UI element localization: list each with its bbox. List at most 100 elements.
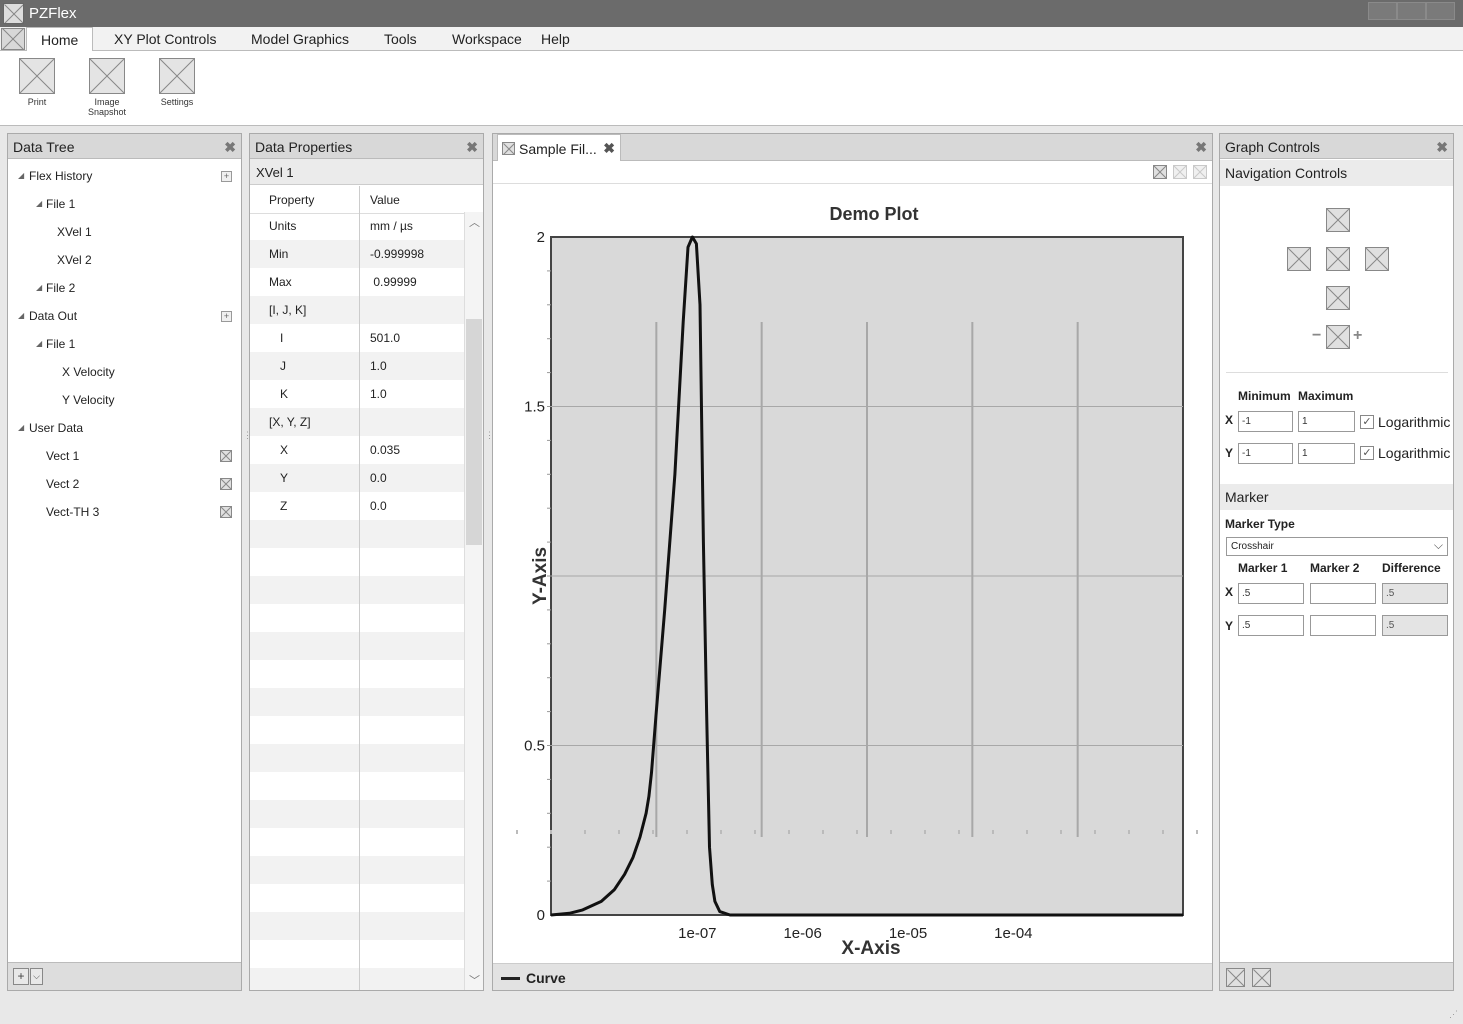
- tree-item[interactable]: ◢ Data Out +: [8, 302, 241, 330]
- tree-item[interactable]: Vect 2: [8, 470, 241, 498]
- y-min-input[interactable]: [1238, 443, 1293, 464]
- tree-item-label: User Data: [29, 421, 84, 435]
- pan-left-icon[interactable]: [1287, 247, 1311, 271]
- tree-item[interactable]: Vect-TH 3: [8, 498, 241, 526]
- print-button[interactable]: Print: [7, 58, 67, 107]
- pan-up-icon[interactable]: [1326, 208, 1350, 232]
- tree-item[interactable]: XVel 2: [8, 246, 241, 274]
- tab-xy-plot-controls[interactable]: XY Plot Controls: [100, 27, 230, 51]
- table-row[interactable]: I 501.0: [250, 324, 464, 352]
- toolbar-icon[interactable]: [1193, 165, 1207, 179]
- close-icon[interactable]: ✖: [466, 139, 478, 156]
- close-icon[interactable]: ✖: [224, 139, 236, 156]
- x-min-input[interactable]: [1238, 411, 1293, 432]
- marker-y-label: Y: [1225, 619, 1234, 633]
- remove-item-icon[interactable]: [220, 450, 232, 462]
- scroll-down-icon[interactable]: ﹀: [469, 972, 480, 988]
- toolbar-icon[interactable]: [1173, 165, 1187, 179]
- app-title: PZFlex: [29, 5, 77, 22]
- marker-1-y-input[interactable]: [1238, 615, 1304, 636]
- tree-item[interactable]: Y Velocity: [8, 386, 241, 414]
- tree-item[interactable]: ◢ File 2: [8, 274, 241, 302]
- property-value: 1.0: [370, 387, 387, 401]
- tab-workspace[interactable]: Workspace: [438, 27, 536, 51]
- marker-type-label: Marker Type: [1225, 517, 1295, 531]
- property-name: Min: [269, 247, 289, 261]
- marker-title: Marker: [1225, 489, 1269, 505]
- settings-button[interactable]: Settings: [147, 58, 207, 107]
- tab-help[interactable]: Help: [527, 27, 584, 51]
- reset-view-icon[interactable]: [1326, 247, 1350, 271]
- data-tree-footer: + ⌵: [8, 962, 241, 990]
- marker-2-y-input[interactable]: [1310, 615, 1376, 636]
- close-icon[interactable]: ✖: [1436, 139, 1448, 156]
- table-row[interactable]: K 1.0: [250, 380, 464, 408]
- tree-item[interactable]: ◢ User Data: [8, 414, 241, 442]
- title-bar: PZFlex: [0, 0, 1463, 27]
- table-row: [250, 688, 464, 716]
- table-row[interactable]: Units mm / µs: [250, 212, 464, 240]
- table-row[interactable]: [X, Y, Z]: [250, 408, 464, 436]
- marker-type-select[interactable]: Crosshair ⌵: [1226, 537, 1448, 556]
- xy-plot[interactable]: 00.51.521e-07 1e-06 1e-05 1e-04Demo PlotX-A…: [493, 184, 1212, 964]
- panel-title: Graph Controls: [1225, 139, 1320, 155]
- close-window-button[interactable]: [1426, 2, 1455, 20]
- property-value: 501.0: [370, 331, 401, 345]
- image-snapshot-button[interactable]: Image Snapshot: [77, 58, 137, 117]
- table-row[interactable]: Min -0.999998: [250, 240, 464, 268]
- tree-item[interactable]: ◢ File 1: [8, 330, 241, 358]
- tab-home[interactable]: Home: [26, 27, 94, 52]
- tree-item[interactable]: X Velocity: [8, 358, 241, 386]
- expand-toggle-icon[interactable]: ◢: [18, 414, 24, 442]
- chevron-down-icon[interactable]: ⌵: [30, 968, 43, 985]
- table-row[interactable]: Max 0.99999: [250, 268, 464, 296]
- maximize-button[interactable]: [1397, 2, 1426, 20]
- tab-tools[interactable]: Tools: [370, 27, 431, 51]
- x-logarithmic-checkbox[interactable]: ✓: [1360, 415, 1374, 429]
- expand-toggle-icon[interactable]: ◢: [36, 190, 42, 218]
- marker-1-x-input[interactable]: [1238, 583, 1304, 604]
- y-max-input[interactable]: [1298, 443, 1355, 464]
- pan-down-icon[interactable]: [1326, 286, 1350, 310]
- expand-toggle-icon[interactable]: ◢: [18, 162, 24, 190]
- add-item-icon[interactable]: +: [221, 311, 232, 322]
- close-icon[interactable]: ✖: [1195, 139, 1207, 156]
- pan-right-icon[interactable]: [1365, 247, 1389, 271]
- footer-icon[interactable]: [1252, 968, 1271, 987]
- close-tab-icon[interactable]: ✖: [603, 140, 615, 157]
- expand-toggle-icon[interactable]: ◢: [36, 274, 42, 302]
- footer-icon[interactable]: [1226, 968, 1245, 987]
- tree-item[interactable]: XVel 1: [8, 218, 241, 246]
- scrollbar[interactable]: ︿ ﹀: [464, 212, 483, 990]
- x-max-input[interactable]: [1298, 411, 1355, 432]
- y-logarithmic-checkbox[interactable]: ✓: [1360, 446, 1374, 460]
- table-row[interactable]: [I, J, K]: [250, 296, 464, 324]
- tree-item[interactable]: ◢ Flex History +: [8, 162, 241, 190]
- minimize-button[interactable]: [1368, 2, 1397, 20]
- scroll-up-icon[interactable]: ︿: [469, 214, 480, 230]
- toolbar-icon[interactable]: [1153, 165, 1167, 179]
- document-tab[interactable]: Sample Fil... ✖: [497, 134, 621, 161]
- scrollbar-thumb[interactable]: [466, 319, 482, 545]
- marker-2-x-input[interactable]: [1310, 583, 1376, 604]
- table-row[interactable]: X 0.035: [250, 436, 464, 464]
- tree-item[interactable]: Vect 1: [8, 442, 241, 470]
- table-row[interactable]: Y 0.0: [250, 464, 464, 492]
- expand-toggle-icon[interactable]: ◢: [18, 302, 24, 330]
- tree-item[interactable]: ◢ File 1: [8, 190, 241, 218]
- add-item-icon[interactable]: +: [221, 171, 232, 182]
- resize-grip-icon[interactable]: ⋰: [1449, 1009, 1458, 1020]
- table-row[interactable]: Z 0.0: [250, 492, 464, 520]
- add-data-button[interactable]: +: [13, 968, 29, 985]
- table-row[interactable]: J 1.0: [250, 352, 464, 380]
- remove-item-icon[interactable]: [220, 506, 232, 518]
- tab-model-graphics[interactable]: Model Graphics: [237, 27, 363, 51]
- tree-item-label: File 1: [46, 337, 76, 351]
- zoom-out-icon[interactable]: −: [1312, 327, 1321, 345]
- zoom-slider-icon[interactable]: [1326, 325, 1350, 349]
- table-row: [250, 604, 464, 632]
- app-menu-icon[interactable]: [1, 28, 25, 50]
- zoom-in-icon[interactable]: +: [1353, 327, 1362, 345]
- expand-toggle-icon[interactable]: ◢: [36, 330, 42, 358]
- remove-item-icon[interactable]: [220, 478, 232, 490]
